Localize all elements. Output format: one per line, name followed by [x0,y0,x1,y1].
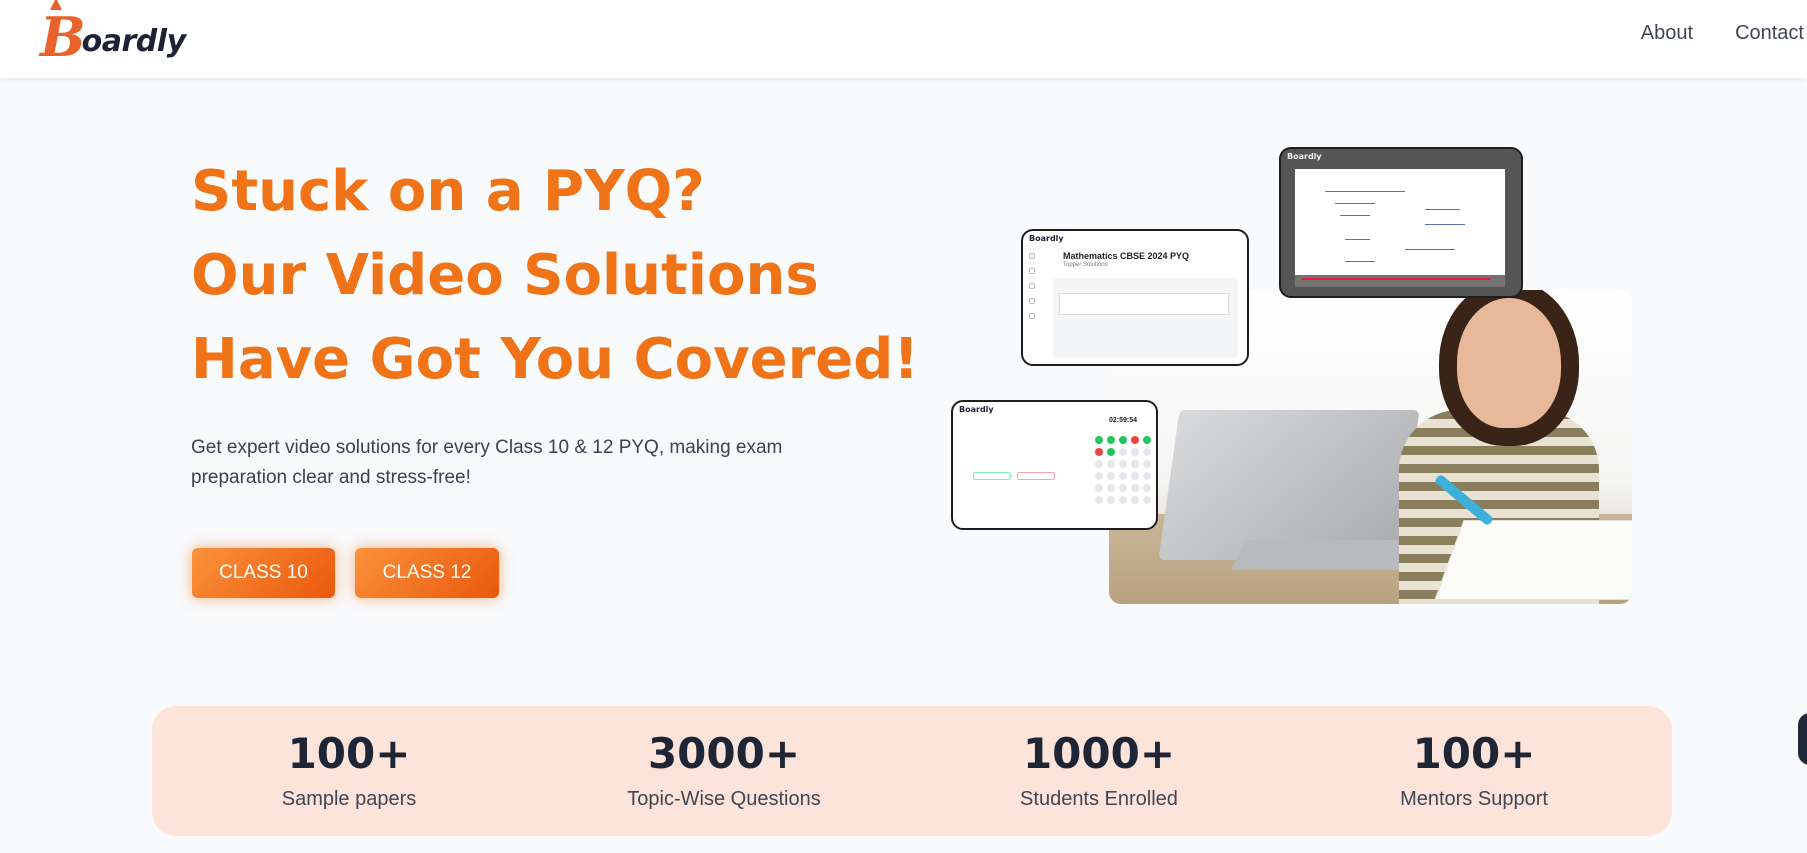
stat-label: Topic-Wise Questions [627,788,821,810]
pyq-paper-preview: Boardly Mathematics CBSE 2024 PYQ Topper… [1021,229,1249,366]
stats-band: 100+ Sample papers 3000+ Topic-Wise Ques… [152,706,1672,836]
chat-widget-button[interactable] [1798,713,1807,765]
photo-notebook [1434,520,1632,600]
stat-value: 100+ [1412,729,1536,778]
paper-title: Mathematics CBSE 2024 PYQ [1063,251,1190,261]
mini-sidebar-icons [1029,253,1039,328]
boardly-logo[interactable]: B oardly [40,0,190,70]
question-text-box [1059,293,1229,315]
stat-topic-questions: 3000+ Topic-Wise Questions [574,728,874,811]
hero-title: Stuck on a PYQ? Our Video Solutions Have… [191,150,919,402]
mini-logo: Boardly [959,405,994,414]
video-screen [1295,169,1505,287]
stat-sample-papers: 100+ Sample papers [199,728,499,811]
question-panel [1053,278,1238,358]
mini-logo: Boardly [1287,152,1322,161]
photo-student-head [1457,298,1561,428]
mock-test-preview: Boardly 02:59:54 [951,400,1158,530]
stat-students-enrolled: 1000+ Students Enrolled [949,728,1249,811]
stat-value: 3000+ [647,729,801,778]
stat-label: Students Enrolled [1020,788,1178,810]
hero-subtitle: Get expert video solutions for every Cla… [191,433,851,493]
logo-text: oardly [81,23,186,59]
hero-title-line-3: Have Got You Covered! [191,327,919,392]
nav-about-link[interactable]: About [1641,22,1693,45]
mini-flag-button [1017,472,1055,480]
stat-mentors-support: 100+ Mentors Support [1324,728,1624,811]
video-progress-bar [1295,275,1505,287]
stat-value: 1000+ [1022,729,1176,778]
video-solution-preview: Boardly [1279,147,1523,298]
class-10-button[interactable]: CLASS 10 [192,548,335,598]
nav-contact-link[interactable]: Contact [1735,22,1804,45]
stat-value: 100+ [287,729,411,778]
test-timer: 02:59:54 [1109,417,1138,424]
hero-title-line-1: Stuck on a PYQ? [191,159,705,224]
site-header: B oardly About Contact [0,0,1807,78]
logo-letter: B [40,5,86,69]
main-nav: About Contact [1641,22,1807,45]
stat-label: Mentors Support [1400,788,1548,810]
mini-logo: Boardly [1029,234,1064,243]
photo-laptop [1158,410,1420,560]
class-12-button[interactable]: CLASS 12 [355,548,499,598]
mini-mark-button [973,472,1011,480]
paper-subtitle: Topper Solutions [1063,262,1108,268]
hero-subtitle-line-2: preparation clear and stress-free! [191,467,471,488]
question-palette [1095,436,1153,504]
hero-subtitle-line-1: Get expert video solutions for every Cla… [191,437,783,458]
hero-title-line-2: Our Video Solutions [191,243,819,308]
stat-label: Sample papers [281,788,417,810]
